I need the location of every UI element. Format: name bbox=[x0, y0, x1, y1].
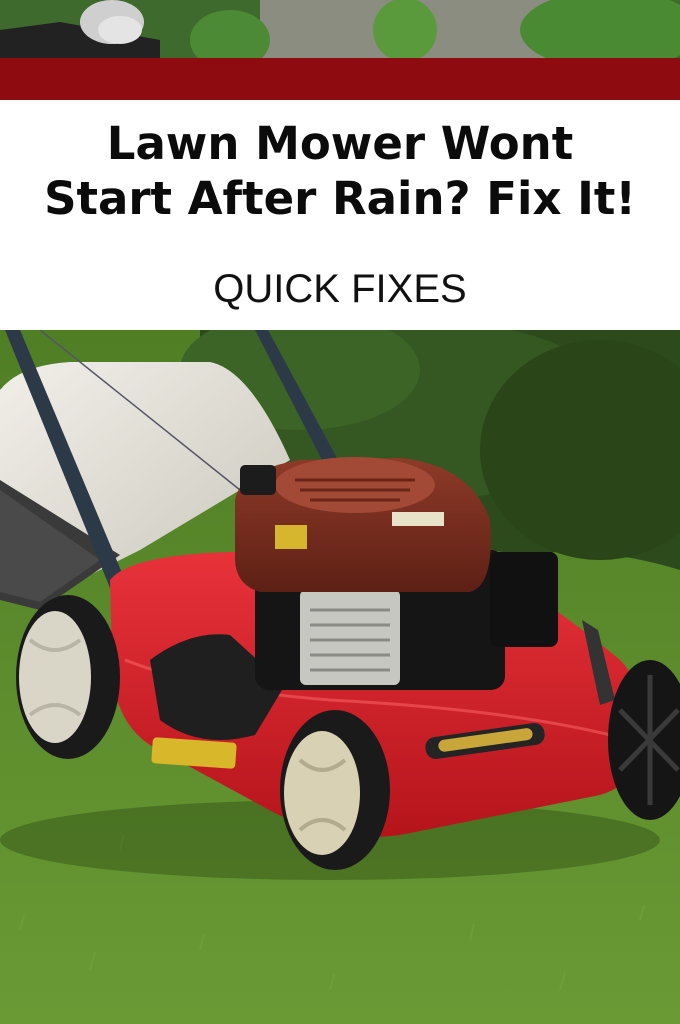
red-accent-band bbox=[0, 58, 680, 100]
lawn-mower-photo bbox=[0, 330, 680, 1024]
garden-photo-image bbox=[0, 0, 680, 58]
lawn-mower-image bbox=[0, 330, 680, 1024]
subheading: QUICK FIXES bbox=[213, 267, 467, 311]
top-garden-photo bbox=[0, 0, 680, 58]
headline: Lawn Mower Wont Start After Rain? Fix It… bbox=[0, 116, 680, 226]
headline-line-1: Lawn Mower Wont bbox=[106, 117, 574, 170]
title-panel: Lawn Mower Wont Start After Rain? Fix It… bbox=[0, 100, 680, 330]
headline-line-2: Start After Rain? Fix It! bbox=[44, 172, 636, 225]
pin-graphic: Lawn Mower Wont Start After Rain? Fix It… bbox=[0, 0, 680, 1024]
